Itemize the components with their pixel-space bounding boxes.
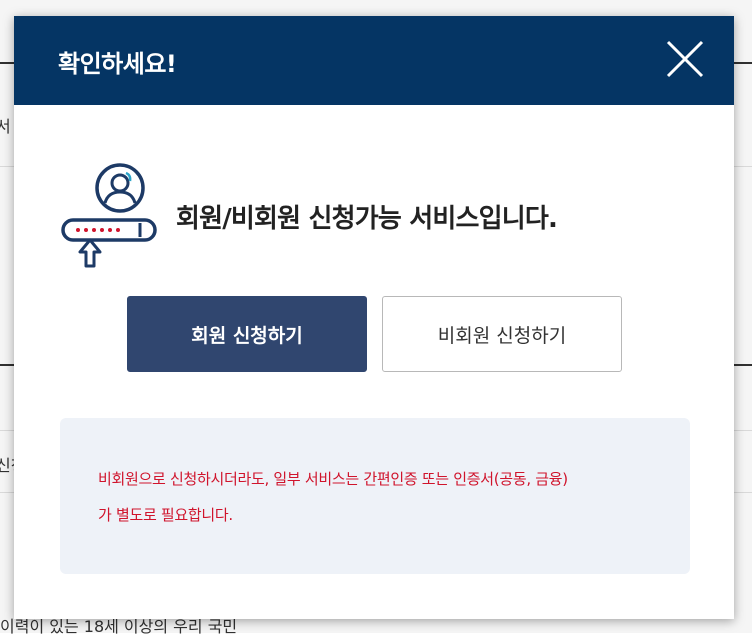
user-login-icon [61, 163, 157, 268]
confirm-modal: 확인하세요! 회원/비회원 신청가능 서비스입니다. 회원 신청하기 비회원 신… [14, 16, 734, 619]
close-icon [666, 40, 704, 78]
modal-title: 확인하세요! [58, 50, 177, 78]
close-button[interactable] [664, 38, 706, 80]
member-apply-button[interactable]: 회원 신청하기 [127, 296, 367, 372]
notice-text-line2: 가 별도로 필요합니다. [98, 506, 233, 524]
notice-text-line1: 비회원으로 신청하시더라도, 일부 서비스는 간편인증 또는 인증서(공동, 금… [98, 470, 568, 488]
guest-apply-button[interactable]: 비회원 신청하기 [382, 296, 622, 372]
service-info: 회원/비회원 신청가능 서비스입니다. [60, 162, 700, 272]
modal-header: 확인하세요! [14, 16, 734, 105]
service-message: 회원/비회원 신청가능 서비스입니다. [176, 204, 558, 234]
notice-box: 비회원으로 신청하시더라도, 일부 서비스는 간편인증 또는 인증서(공동, 금… [60, 418, 690, 574]
